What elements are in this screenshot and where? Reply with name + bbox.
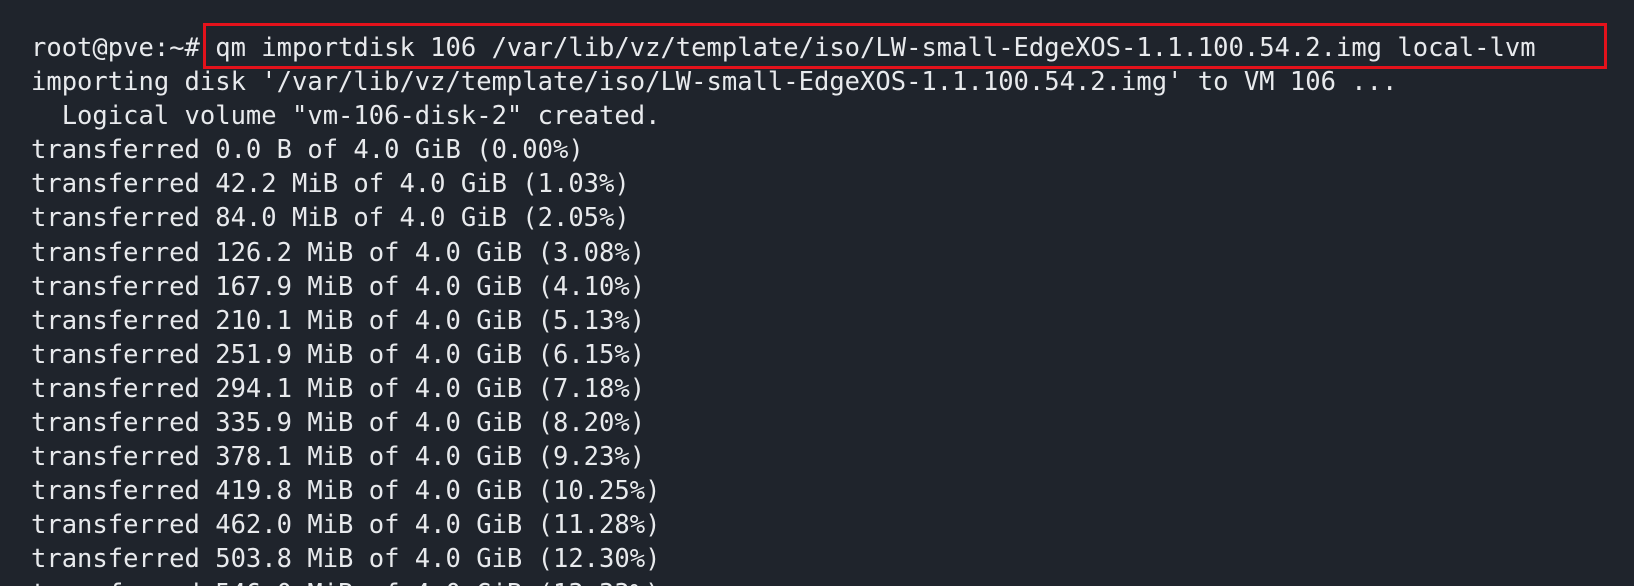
command-line: root@pve:~# qm importdisk 106 /var/lib/v… (31, 31, 1634, 65)
transfer-progress-line: transferred 84.0 MiB of 4.0 GiB (2.05%) (31, 203, 630, 234)
transfer-progress-line: transferred 294.1 MiB of 4.0 GiB (7.18%) (31, 373, 646, 404)
transfer-progress-line: transferred 42.2 MiB of 4.0 GiB (1.03%) (31, 169, 630, 200)
transfer-progress-line: transferred 0.0 B of 4.0 GiB (0.00%) (31, 135, 584, 166)
transfer-progress-line: transferred 503.8 MiB of 4.0 GiB (12.30%… (31, 544, 661, 575)
transfer-progress-line: transferred 335.9 MiB of 4.0 GiB (8.20%) (31, 408, 646, 439)
transfer-progress-line: transferred 210.1 MiB of 4.0 GiB (5.13%) (31, 305, 646, 336)
volume-created-line: Logical volume "vm-106-disk-2" created. (31, 101, 661, 132)
transfer-progress-line: transferred 546.0 MiB of 4.0 GiB (13.33%… (31, 577, 1634, 586)
transfer-progress-line: transferred 126.2 MiB of 4.0 GiB (3.08%) (31, 237, 646, 268)
shell-prompt: root@pve:~# (31, 33, 200, 63)
transfer-progress-line: transferred 462.0 MiB of 4.0 GiB (11.28%… (31, 510, 661, 541)
transfer-progress-line: transferred 378.1 MiB of 4.0 GiB (9.23%) (31, 442, 646, 473)
terminal-output: importing disk '/var/lib/vz/template/iso… (31, 65, 1634, 586)
command-text: qm importdisk 106 /var/lib/vz/template/i… (199, 33, 1536, 63)
transfer-progress-line: transferred 167.9 MiB of 4.0 GiB (4.10%) (31, 271, 646, 302)
transfer-progress-line: transferred 251.9 MiB of 4.0 GiB (6.15%) (31, 339, 646, 370)
transfer-progress-line: transferred 419.8 MiB of 4.0 GiB (10.25%… (31, 476, 661, 507)
terminal-window[interactable]: root@pve:~# qm importdisk 106 /var/lib/v… (0, 0, 1634, 586)
import-status-line: importing disk '/var/lib/vz/template/iso… (31, 67, 1398, 98)
